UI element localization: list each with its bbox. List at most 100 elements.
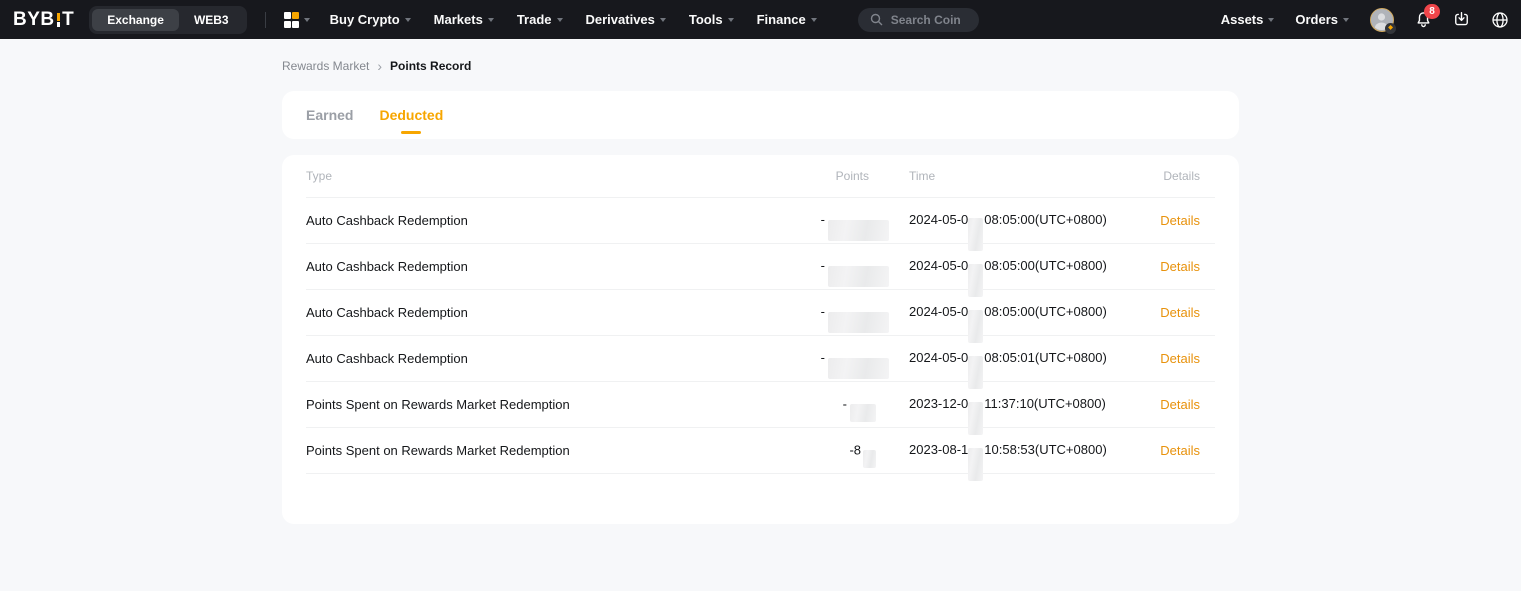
nav-item-derivatives[interactable]: Derivatives	[586, 12, 666, 27]
web3-toggle-button[interactable]: WEB3	[179, 9, 244, 31]
redacted-points-value	[863, 450, 876, 468]
row-time: 2024-05-008:05:01(UTC+0800)	[889, 342, 1125, 375]
exchange-toggle-button[interactable]: Exchange	[92, 9, 179, 31]
redacted-date-value	[968, 402, 983, 435]
page-title: Points Record	[390, 59, 471, 73]
user-avatar[interactable]: ◆	[1370, 8, 1394, 32]
row-time: 2024-05-008:05:00(UTC+0800)	[889, 204, 1125, 237]
top-navbar: BYBT Exchange WEB3 Buy Crypto Markets Tr…	[0, 0, 1521, 39]
bybit-logo[interactable]: BYBT	[13, 13, 74, 27]
grid-icon	[284, 12, 299, 27]
row-points: -	[769, 210, 889, 231]
search-icon	[870, 13, 883, 26]
nav-item-buy-crypto[interactable]: Buy Crypto	[330, 12, 411, 27]
header-points: Points	[769, 169, 889, 183]
chevron-down-icon	[660, 18, 666, 22]
nav-item-orders[interactable]: Orders	[1295, 12, 1349, 27]
chevron-down-icon	[405, 18, 411, 22]
points-record-table: Type Points Time Details Auto Cashback R…	[282, 155, 1239, 524]
tab-deducted[interactable]: Deducted	[379, 107, 443, 123]
redacted-points-value	[828, 220, 889, 241]
redacted-points-value	[850, 404, 876, 422]
details-link[interactable]: Details	[1160, 397, 1200, 412]
breadcrumb: Rewards Market › Points Record	[282, 59, 1239, 73]
row-time: 2023-12-011:37:10(UTC+0800)	[889, 388, 1125, 421]
row-points: -	[769, 396, 889, 414]
logo-text-left: BYB	[13, 13, 55, 27]
table-row: Auto Cashback Redemption - 2024-05-008:0…	[306, 336, 1215, 382]
details-link[interactable]: Details	[1160, 443, 1200, 458]
globe-icon	[1491, 11, 1509, 29]
main-menu: Buy Crypto Markets Trade Derivatives Too…	[330, 12, 840, 27]
table-row: Points Spent on Rewards Market Redemptio…	[306, 428, 1215, 474]
redacted-points-value	[828, 312, 889, 333]
tab-earned[interactable]: Earned	[306, 107, 353, 123]
vip-badge-icon: ◆	[1385, 23, 1396, 34]
details-link[interactable]: Details	[1160, 351, 1200, 366]
coin-search[interactable]	[858, 8, 979, 32]
chevron-down-icon	[557, 18, 563, 22]
row-details-cell: Details	[1125, 397, 1215, 412]
redacted-date-value	[968, 264, 983, 297]
table-body: Auto Cashback Redemption - 2024-05-008:0…	[306, 198, 1215, 474]
details-link[interactable]: Details	[1160, 305, 1200, 320]
search-input[interactable]	[889, 12, 967, 28]
apps-grid-menu[interactable]	[284, 12, 310, 27]
chevron-down-icon	[811, 18, 817, 22]
redacted-points-value	[828, 266, 889, 287]
table-row: Auto Cashback Redemption - 2024-05-008:0…	[306, 290, 1215, 336]
chevron-down-icon	[1343, 18, 1349, 22]
redacted-date-value	[968, 356, 983, 389]
row-type: Auto Cashback Redemption	[306, 259, 769, 274]
nav-divider	[265, 12, 266, 28]
table-header: Type Points Time Details	[306, 155, 1215, 198]
row-details-cell: Details	[1125, 351, 1215, 366]
nav-item-trade[interactable]: Trade	[517, 12, 563, 27]
table-row: Auto Cashback Redemption - 2024-05-008:0…	[306, 198, 1215, 244]
record-tabs: Earned Deducted	[282, 91, 1239, 139]
row-type: Auto Cashback Redemption	[306, 213, 769, 228]
details-link[interactable]: Details	[1160, 213, 1200, 228]
row-points: -	[769, 256, 889, 277]
page-content: Rewards Market › Points Record Earned De…	[282, 59, 1239, 524]
table-row: Auto Cashback Redemption - 2024-05-008:0…	[306, 244, 1215, 290]
nav-item-finance[interactable]: Finance	[757, 12, 817, 27]
header-details: Details	[1125, 169, 1215, 183]
chevron-down-icon	[488, 18, 494, 22]
header-type: Type	[306, 169, 769, 183]
row-points: -8	[769, 442, 889, 460]
notification-count-badge: 8	[1424, 4, 1440, 19]
download-app-button[interactable]	[1453, 11, 1470, 28]
row-time: 2024-05-008:05:00(UTC+0800)	[889, 250, 1125, 283]
row-time: 2023-08-110:58:53(UTC+0800)	[889, 434, 1125, 467]
download-icon	[1453, 11, 1470, 28]
nav-item-tools[interactable]: Tools	[689, 12, 734, 27]
chevron-down-icon	[304, 18, 310, 22]
details-link[interactable]: Details	[1160, 259, 1200, 274]
chevron-down-icon	[1268, 18, 1274, 22]
row-type: Auto Cashback Redemption	[306, 351, 769, 366]
row-type: Auto Cashback Redemption	[306, 305, 769, 320]
row-time: 2024-05-008:05:00(UTC+0800)	[889, 296, 1125, 329]
nav-right-group: Assets Orders ◆ 8	[1221, 8, 1509, 32]
chevron-down-icon	[728, 18, 734, 22]
logo-i-mark	[57, 13, 61, 27]
nav-item-assets[interactable]: Assets	[1221, 12, 1275, 27]
redacted-date-value	[968, 310, 983, 343]
row-details-cell: Details	[1125, 305, 1215, 320]
row-details-cell: Details	[1125, 443, 1215, 458]
language-selector-button[interactable]	[1491, 11, 1509, 29]
table-row: Points Spent on Rewards Market Redemptio…	[306, 382, 1215, 428]
row-details-cell: Details	[1125, 213, 1215, 228]
nav-item-markets[interactable]: Markets	[434, 12, 494, 27]
redacted-points-value	[828, 358, 889, 379]
exchange-web3-toggle: Exchange WEB3	[89, 6, 246, 34]
row-type: Points Spent on Rewards Market Redemptio…	[306, 397, 769, 412]
row-points: -	[769, 302, 889, 323]
row-type: Points Spent on Rewards Market Redemptio…	[306, 443, 769, 458]
redacted-date-value	[968, 218, 983, 251]
notifications-button[interactable]: 8	[1415, 11, 1432, 28]
row-points: -	[769, 348, 889, 369]
redacted-date-value	[968, 448, 983, 481]
breadcrumb-rewards-market[interactable]: Rewards Market	[282, 59, 369, 73]
